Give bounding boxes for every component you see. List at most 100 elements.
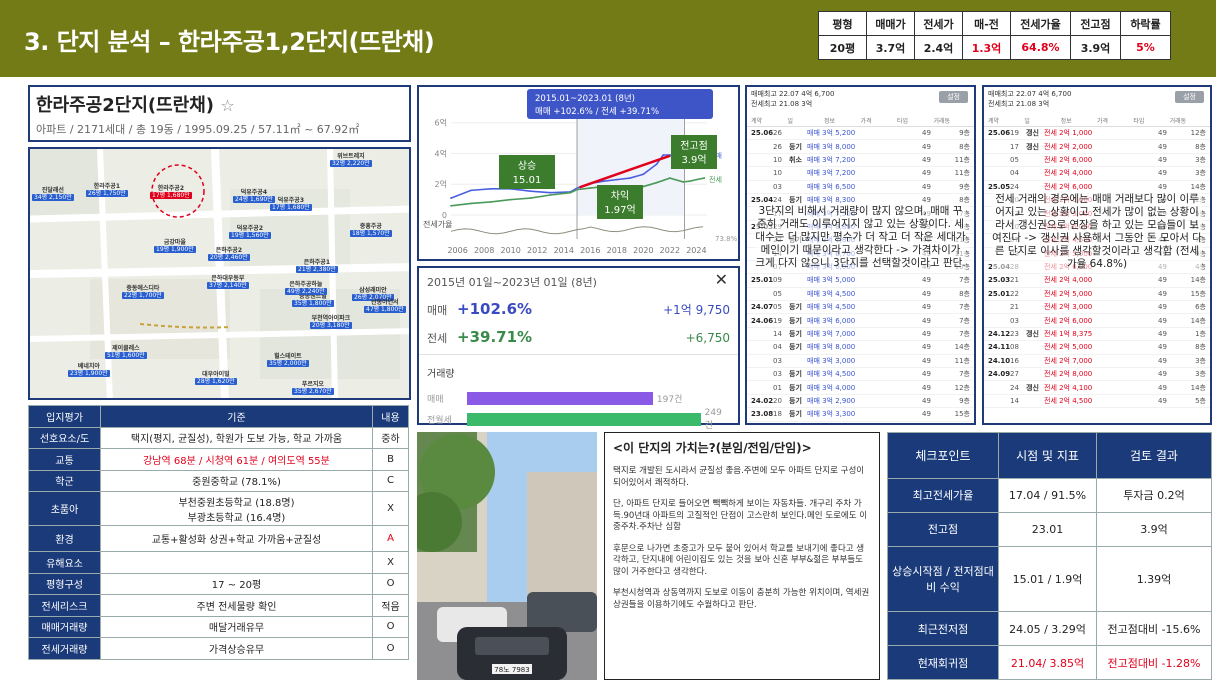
map-complex-marker[interactable]: 베네치아 23평 1,900만 xyxy=(68,363,110,377)
tx-contract-month: 25.04 xyxy=(751,196,774,205)
transaction-row: 17 갱신 전세 2억 2,000 49 8층 xyxy=(984,140,1210,154)
map-complex-name: 은하주공2 xyxy=(215,247,243,254)
data-point xyxy=(688,180,691,183)
eval-row: 평형구성 17 ~ 20평 O xyxy=(28,572,409,595)
complex-info: 한라주공2단지(뜨란채) ☆ 아파트 / 2171세대 / 총 19동 / 19… xyxy=(28,85,411,142)
check-point: 최고전세가율 xyxy=(887,478,999,513)
tx-day: 19 xyxy=(1010,129,1019,138)
col-day: 일 xyxy=(1024,118,1030,125)
eval-result: A xyxy=(372,525,409,552)
summary-h-size: 평형 xyxy=(818,11,867,36)
transaction-row: 26 등기 매매 3억 8,000 49 8층 xyxy=(747,140,974,154)
data-point xyxy=(655,181,658,184)
favorite-star-icon[interactable]: ☆ xyxy=(220,96,234,115)
eval-row: 전세거래량 가격상승유무 O xyxy=(28,637,409,660)
sale-list-columns: 계약 일 정보 가격 타입 거래동 xyxy=(747,115,974,127)
eval-category: 전세거래량 xyxy=(28,637,101,660)
map-complex-marker[interactable]: 금강마을 19평 1,900만 xyxy=(154,239,196,253)
tx-contract-month: 24.12 xyxy=(988,330,1011,339)
map-complex-marker[interactable]: 은하대우동부 37평 2,140만 xyxy=(207,275,249,289)
tx-info: 갱신 xyxy=(1026,330,1039,339)
col-price[interactable]: 가격 xyxy=(861,116,898,125)
settings-button[interactable]: 설정 xyxy=(1175,91,1204,103)
tx-day: 17 xyxy=(1010,142,1019,151)
map-complex-marker[interactable]: 은하주공1 21평 2,380만 xyxy=(296,259,338,273)
col-type[interactable]: 타입 xyxy=(1133,116,1169,125)
page-header: 3. 단지 분석 – 한라주공1,2단지(뜨란채) 평형 매매가 전세가 매-전… xyxy=(0,0,1216,77)
eval-row: 초품아 부천중원초등학교 (18.8명) 부광초등학교 (16.4명) X xyxy=(28,491,409,526)
map-complex-name: 푸르지오 xyxy=(301,381,324,388)
stat-row-deal: 매매 +102.6% +1억 9,750 xyxy=(427,300,730,318)
x-tick-label: 2016 xyxy=(580,246,600,255)
map-complex-marker[interactable]: 산동아연서 47평 1,800만 xyxy=(364,299,406,313)
tx-floor: 7층 xyxy=(959,316,970,325)
map-complex-marker[interactable]: 중동에스디타 22평 1,700만 xyxy=(122,285,164,299)
price-chart[interactable]: 0 2억 4억 6억 2006 2008 2010 2012 2014 2016 2018 2020 2… xyxy=(417,85,740,261)
eval-criteria-line: 부광초등학교 (16.4명) xyxy=(187,512,286,524)
tx-floor: 14층 xyxy=(1190,182,1206,191)
col-price[interactable]: 가격 xyxy=(1097,116,1133,125)
vol-deal-label: 매매 xyxy=(427,394,444,405)
map-complex-name: 덕유주공2 xyxy=(236,225,264,232)
check-point: 최근전저점 xyxy=(887,611,999,647)
tx-day: 04 xyxy=(773,343,782,352)
map-complex-marker[interactable]: 덕유주공4 24평 1,690만 xyxy=(233,189,275,203)
transaction-row: 25.05 24 전세 2억 6,000 49 14층 xyxy=(984,181,1210,194)
tx-info: 등기 xyxy=(789,316,802,325)
rent-transactions-panel: 매매최고 22.07 4억 6,700 전세최고 21.08 3억 설정 계약 … xyxy=(982,85,1212,425)
summary-v-ratio: 64.8% xyxy=(1010,35,1071,60)
map-complex-price: 32평 2,220만 xyxy=(330,160,372,167)
transaction-row: 21 전세 2억 3,000 49 6층 xyxy=(984,301,1210,315)
map-complex-marker[interactable]: 은하주공하늘 49평 2,240만 xyxy=(285,281,327,295)
data-point xyxy=(569,191,572,194)
eval-category: 교통 xyxy=(28,448,101,471)
tx-type: 49 xyxy=(922,410,931,419)
tx-day: 26 xyxy=(773,129,782,138)
tx-day: 14 xyxy=(1010,397,1019,405)
map-complex-name: 한라주공2 xyxy=(157,185,185,192)
street-photo-illustration: 78노 7983 xyxy=(417,432,597,680)
tx-floor: 11층 xyxy=(954,169,970,178)
tx-day: 03 xyxy=(773,370,782,379)
map-complex-marker[interactable]: 은하주공2 20평 2,460만 xyxy=(208,247,250,261)
tx-contract-month: 24.07 xyxy=(751,303,774,312)
check-header-row: 체크포인트 시점 및 지표 검토 결과 xyxy=(887,432,1212,479)
close-icon[interactable]: ✕ xyxy=(715,270,728,289)
location-map[interactable]: 한라주공1 26평 1,750만 한라주공2 17평 1,680만 덕유주공4 24평 1… xyxy=(28,147,411,400)
map-complex-price: 20평 2,460만 xyxy=(208,254,250,261)
map-complex-marker[interactable]: 제이클레스 51평 1,600만 xyxy=(105,345,147,359)
eval-criteria: 주변 전세물량 확인 xyxy=(100,594,373,617)
map-complex-marker[interactable]: 위브트레지 32평 2,220만 xyxy=(330,153,372,167)
tx-floor: 8층 xyxy=(1195,142,1206,151)
transaction-row: 04 전세 2억 4,000 49 3층 xyxy=(984,167,1210,181)
map-complex-marker[interactable]: 부천역아이파크 20평 3,180만 xyxy=(310,315,352,329)
sale-analysis-note: 3단지의 비해서 거래량이 많지 않으며, 매매 꾸준히 거래도 이루어지지 않… xyxy=(755,205,966,270)
map-complex-marker[interactable]: 덕유주공2 19평 1,560만 xyxy=(229,225,271,239)
map-complex-marker[interactable]: 한라주공2 17평 1,680만 xyxy=(150,185,192,199)
page-title: 3. 단지 분석 – 한라주공1,2단지(뜨란채) xyxy=(24,28,435,56)
map-complex-marker[interactable]: 중동센트럴 35평 1,800만 xyxy=(292,293,334,307)
x-tick-label: 2022 xyxy=(660,246,680,255)
map-complex-marker[interactable]: 푸르지오 35평 2,670만 xyxy=(292,381,334,395)
check-result: 투자금 0.2억 xyxy=(1096,478,1212,513)
map-complex-marker[interactable]: 대우아이빌 28평 1,620만 xyxy=(195,371,237,385)
map-complex-marker[interactable]: 덕유주공3 17평 1,680만 xyxy=(270,197,312,211)
data-point xyxy=(489,187,492,190)
value-paragraph: 택지로 개발된 도시라서 균질성 좋음.주변에 모두 아파트 단지로 구성이 되… xyxy=(613,466,865,488)
settings-button[interactable]: 설정 xyxy=(939,91,968,103)
map-complex-marker[interactable]: 중흥주공 18평 1,570만 xyxy=(350,223,392,237)
eval-row: 교통 강남역 68분 / 시청역 61분 / 여의도역 55분 B xyxy=(28,448,409,471)
col-floor[interactable]: 거래동 xyxy=(1170,116,1206,125)
map-complex-marker[interactable]: 힐스테이트 35평 2,000만 xyxy=(267,353,309,367)
tx-day: 19 xyxy=(773,316,782,325)
tx-price: 매매 3억 2,900 xyxy=(807,397,856,405)
map-complex-marker[interactable]: 진달래선 34평 2,150만 xyxy=(32,187,74,201)
col-floor[interactable]: 거래동 xyxy=(934,116,971,125)
col-type[interactable]: 타입 xyxy=(897,116,934,125)
data-point xyxy=(682,181,685,183)
map-complex-marker[interactable]: 한라주공1 26평 1,750만 xyxy=(86,183,128,197)
check-result: 전고점대비 -15.6% xyxy=(1096,611,1212,647)
tx-type: 49 xyxy=(922,142,931,151)
legend-rent: 전세 xyxy=(709,175,722,184)
summary-h-peak: 전고점 xyxy=(1070,11,1121,36)
